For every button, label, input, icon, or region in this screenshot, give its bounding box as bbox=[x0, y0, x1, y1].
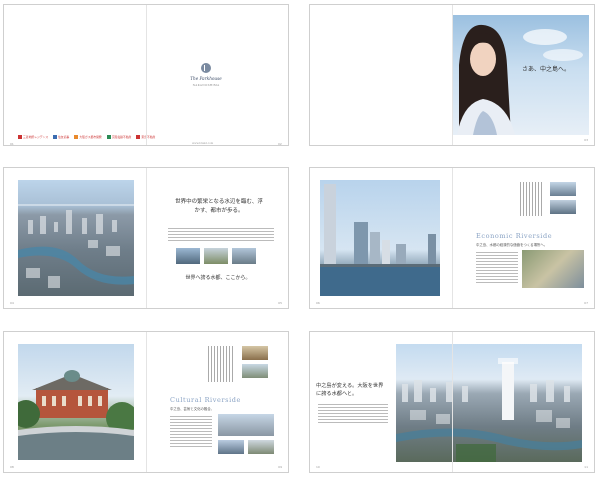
hall-photo bbox=[18, 344, 134, 460]
thumbnail-photo bbox=[242, 346, 268, 360]
thumbnail-photo bbox=[232, 248, 256, 264]
thumbnail-photo bbox=[550, 200, 576, 214]
riverside-towers-photo bbox=[320, 180, 440, 296]
thumbnail-photo bbox=[550, 182, 576, 196]
spread-cover: 三菱地所レジデンス 住友商事 大阪ガス都市開発 京阪電鉄不動産 東急不動産 Th… bbox=[3, 4, 289, 146]
page-number: 01 bbox=[10, 142, 14, 146]
vertical-body-text bbox=[520, 182, 544, 216]
section-subtitle: 中之島、芸術と文化の融合。 bbox=[170, 407, 215, 411]
section-subtitle: 中之島、水都の経済的な価値をつくる場所へ。 bbox=[476, 243, 548, 247]
tagline: 世界へ誇る水都、ここから。 bbox=[185, 275, 251, 281]
portrait-photo bbox=[453, 15, 589, 135]
brand-emblem-icon bbox=[201, 63, 211, 73]
spread-cultural-riverside: Cultural Riverside 中之島、芸術と文化の融合。 08 09 bbox=[3, 331, 289, 473]
thumbnail-photo bbox=[218, 440, 244, 454]
company-logo: 京阪電鉄不動産 bbox=[106, 135, 131, 139]
page-number: 06 bbox=[316, 301, 320, 305]
page-number: 02 bbox=[278, 142, 282, 146]
thumbnail-photo bbox=[204, 248, 228, 264]
section-title: Economic Riverside bbox=[476, 232, 553, 240]
brand-name: The Parkhouse bbox=[190, 76, 222, 81]
city-panorama-photo bbox=[396, 344, 582, 462]
page-number: 11 bbox=[584, 465, 588, 469]
page-number: 10 bbox=[316, 465, 320, 469]
catchcopy: さあ、中之島へ。 bbox=[522, 66, 571, 73]
section-title: Cultural Riverside bbox=[170, 396, 241, 404]
company-logo: 大阪ガス都市開発 bbox=[74, 135, 102, 139]
thumbnail-photo bbox=[242, 364, 268, 378]
aerial-city-photo bbox=[18, 180, 134, 296]
bridge-photo bbox=[218, 414, 274, 436]
body-text bbox=[168, 228, 274, 242]
thumbnail-photo bbox=[248, 440, 274, 454]
company-logo: 東急不動産 bbox=[136, 135, 155, 139]
headline: 中之島が変える。大阪を世界に誇る水都へと。 bbox=[316, 383, 384, 397]
company-logo: 住友商事 bbox=[53, 135, 69, 139]
aerial-map-photo bbox=[522, 250, 584, 288]
spread-city-intro: 世界中の繁栄となる水辺を臨む、浮かす、都市が歩る。 世界へ誇る水都、ここから。 … bbox=[3, 167, 289, 309]
company-logo: 三菱地所レジデンス bbox=[18, 135, 48, 139]
page-number: 08 bbox=[10, 465, 14, 469]
spread-catchcopy: さあ、中之島へ。 03 bbox=[309, 4, 595, 146]
woman-figure bbox=[457, 24, 583, 135]
page-number: 03 bbox=[584, 138, 588, 142]
brand-subtitle: NAKANOSHIMA bbox=[192, 83, 220, 87]
vertical-body-text bbox=[208, 346, 234, 382]
page-number: 09 bbox=[278, 465, 282, 469]
body-text bbox=[170, 416, 212, 448]
headline: 世界中の繁栄となる水辺を臨む、浮かす、都市が歩る。 bbox=[175, 199, 263, 214]
brand-url: www.brand.com bbox=[192, 142, 214, 145]
body-text bbox=[476, 252, 518, 284]
thumbnail-photo bbox=[176, 248, 200, 264]
spread-panorama: 中之島が変える。大阪を世界に誇る水都へと。 10 11 bbox=[309, 331, 595, 473]
page-number: 07 bbox=[584, 301, 588, 305]
company-logos: 三菱地所レジデンス 住友商事 大阪ガス都市開発 京阪電鉄不動産 東急不動産 bbox=[18, 135, 155, 139]
page-number: 05 bbox=[278, 301, 282, 305]
body-text bbox=[318, 404, 388, 424]
page-number: 04 bbox=[10, 301, 14, 305]
spread-economic-riverside: Economic Riverside 中之島、水都の経済的な価値をつくる場所へ。… bbox=[309, 167, 595, 309]
